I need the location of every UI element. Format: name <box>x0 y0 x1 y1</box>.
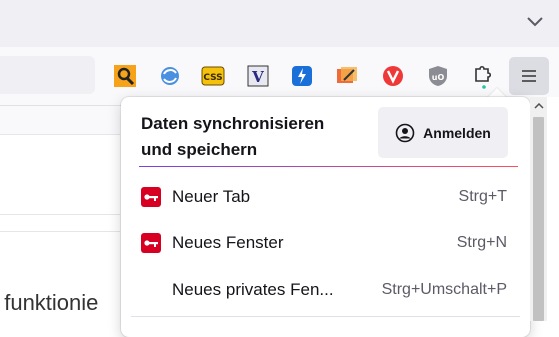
menu-item-new-private-window[interactable]: Neues privates Fen... Strg+Umschalt+P <box>121 268 530 312</box>
menu-item-shortcut: Strg+N <box>456 234 507 251</box>
svg-text:uO: uO <box>432 73 445 82</box>
key-icon <box>141 187 161 207</box>
menu-item-label: Neues Fenster <box>172 233 284 252</box>
account-icon <box>395 123 415 142</box>
page-divider <box>0 214 120 215</box>
search-extension-icon[interactable] <box>111 62 139 90</box>
menu-item-label: Neuer Tab <box>172 187 251 206</box>
extensions-puzzle-icon[interactable] <box>469 62 497 90</box>
signin-button[interactable]: Anmelden <box>378 107 508 158</box>
tab-strip <box>0 0 559 47</box>
sync-extension-icon[interactable] <box>156 62 184 90</box>
css-extension-icon[interactable]: CSS <box>199 62 227 90</box>
chevron-down-icon <box>527 17 543 27</box>
page-partial-text: t funktionie <box>0 290 99 315</box>
bolt-extension-icon[interactable] <box>288 62 316 90</box>
scroll-up-button[interactable] <box>530 97 547 114</box>
hamburger-menu-button[interactable] <box>509 57 549 95</box>
list-all-tabs-button[interactable] <box>523 10 547 34</box>
menu-item-shortcut: Strg+Umschalt+P <box>381 281 507 298</box>
url-bar[interactable] <box>0 56 95 94</box>
signin-label: Anmelden <box>423 124 491 141</box>
edit-extension-icon[interactable] <box>333 62 361 90</box>
menu-item-label: Neues privates Fen... <box>172 280 334 299</box>
menu-item-new-tab[interactable]: Neuer Tab Strg+T <box>121 175 530 219</box>
menu-item-shortcut: Strg+T <box>458 188 507 205</box>
menu-item-new-window[interactable]: Neues Fenster Strg+N <box>121 221 530 265</box>
sync-title: Daten synchronisieren und speichern <box>141 114 325 159</box>
accent-separator <box>139 166 518 167</box>
vivaldi-extension-icon[interactable] <box>379 62 407 90</box>
vimium-extension-icon[interactable]: V <box>244 62 272 90</box>
panel-scrollbar[interactable] <box>530 97 547 321</box>
menu-separator <box>131 316 520 317</box>
page-header-bar <box>0 106 120 135</box>
scrollbar-thumb[interactable] <box>533 117 544 321</box>
page-divider <box>0 231 120 232</box>
key-icon <box>141 233 161 253</box>
app-menu-panel: Daten synchronisieren und speichern Anme… <box>121 97 530 337</box>
hamburger-menu-icon <box>522 70 536 82</box>
chevron-up-icon <box>533 102 544 109</box>
ublock-extension-icon[interactable]: uO <box>424 62 452 90</box>
svg-text:V: V <box>251 68 264 86</box>
svg-text:CSS: CSS <box>203 73 222 83</box>
page-edge <box>547 97 559 321</box>
